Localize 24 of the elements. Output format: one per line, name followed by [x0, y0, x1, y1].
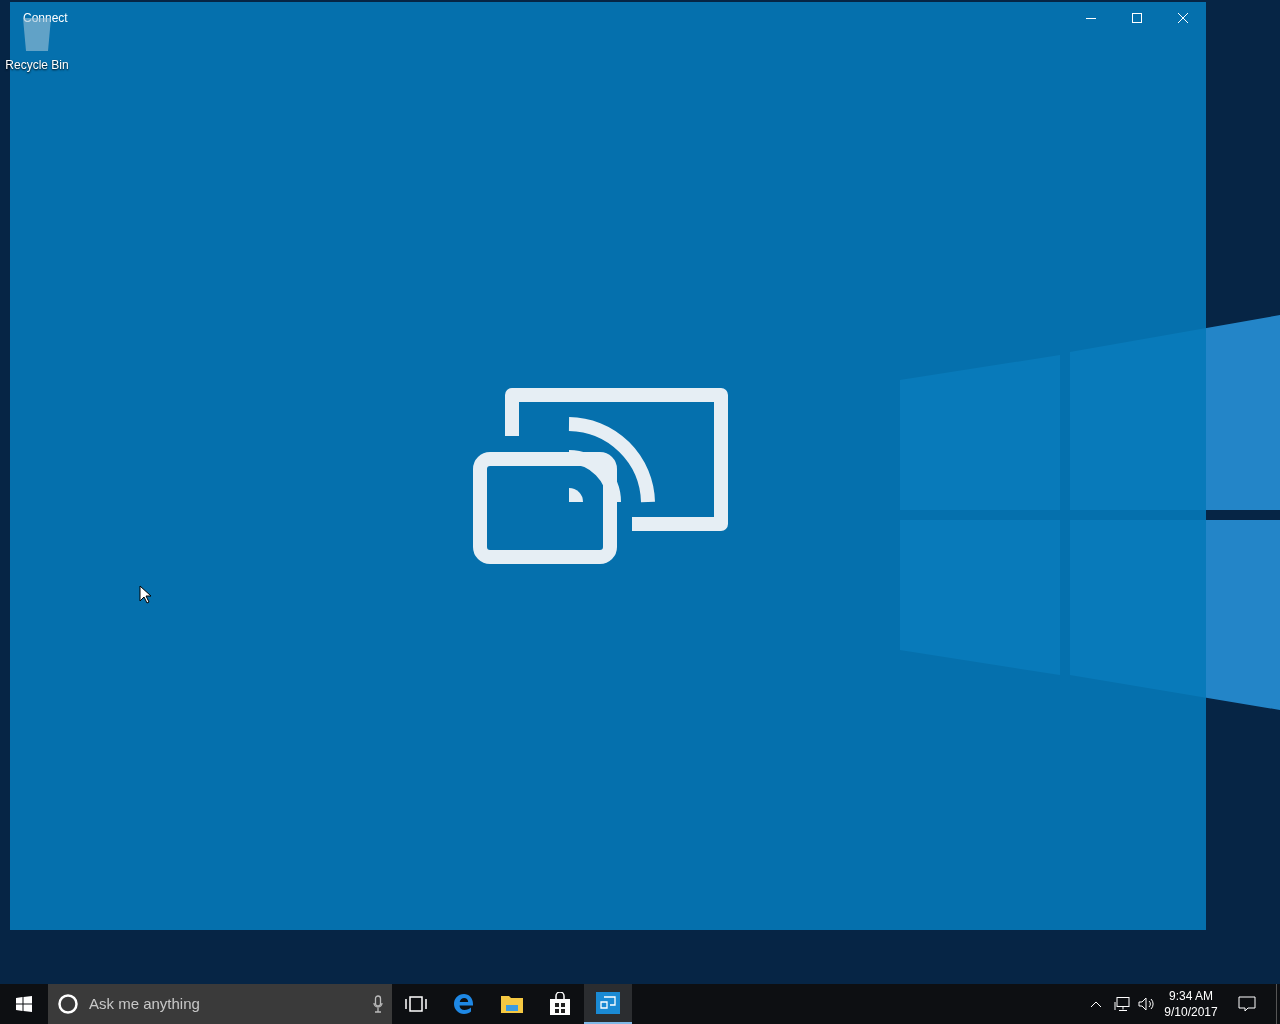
- notification-icon[interactable]: [1238, 996, 1256, 1012]
- circle-icon: [57, 993, 79, 1015]
- desktop-icon-label: Recycle Bin: [5, 57, 69, 74]
- clock[interactable]: 9:34 AM 9/10/2017: [1158, 988, 1224, 1020]
- microphone-icon: [373, 995, 383, 1013]
- show-desktop-button[interactable]: [1276, 984, 1280, 1024]
- maximize-icon: [1132, 13, 1142, 23]
- minimize-icon: [1086, 17, 1096, 19]
- close-icon: [1178, 13, 1188, 23]
- taskbar-app-button[interactable]: [584, 984, 632, 1024]
- cast-screen-icon: [473, 388, 729, 564]
- network-icon[interactable]: [1114, 996, 1130, 1012]
- task-view-icon: [405, 996, 427, 1012]
- shopping-bag-icon: [549, 992, 571, 1016]
- windows-logo-icon: [16, 996, 32, 1012]
- mouse-pointer-icon: [139, 585, 151, 604]
- chevron-up-icon[interactable]: [1090, 1000, 1102, 1008]
- cast-screen-icon: [596, 992, 620, 1014]
- folder-icon: [500, 994, 524, 1014]
- search-input[interactable]: Ask me anything: [89, 992, 363, 1016]
- speaker-icon[interactable]: [1138, 996, 1154, 1012]
- browser-e-icon: [452, 992, 476, 1016]
- window-title: Connect: [23, 10, 68, 27]
- search-field[interactable]: Ask me anything: [48, 984, 392, 1024]
